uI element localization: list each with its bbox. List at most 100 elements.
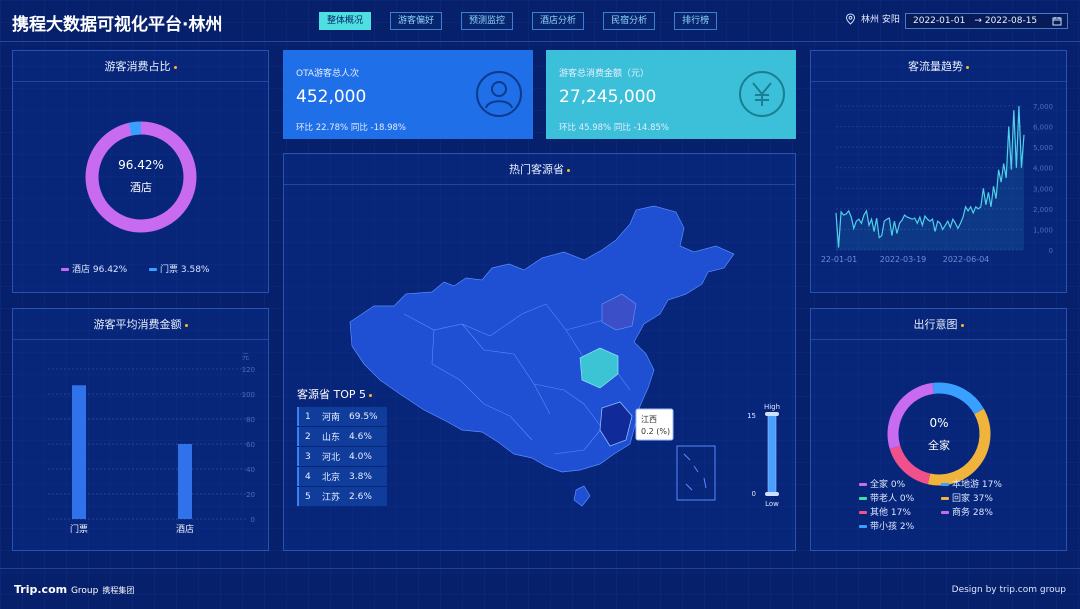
app-title: 携程大数据可视化平台·林州 bbox=[12, 15, 223, 35]
location-pin-icon bbox=[845, 12, 856, 25]
donut-slice-其他 bbox=[889, 445, 931, 485]
legend-intent-elderly: 带老人 0% bbox=[859, 491, 914, 504]
list-item: 4 北京 3.8% bbox=[297, 467, 387, 486]
tab-forecast[interactable]: 预测监控 bbox=[461, 12, 514, 30]
date-arrow: → bbox=[974, 16, 982, 26]
tooltip-name: 江西 bbox=[641, 415, 657, 424]
scale-handle-top[interactable] bbox=[765, 412, 779, 416]
donut-center-value: 0% bbox=[929, 416, 948, 430]
tab-homestay[interactable]: 民宿分析 bbox=[603, 12, 656, 30]
y-tick-label: 2,000 bbox=[1033, 206, 1053, 214]
consumption-donut: 96.42% 酒店 bbox=[85, 121, 197, 233]
donut-slice-ticket bbox=[128, 121, 142, 136]
scale-bar[interactable] bbox=[767, 412, 777, 496]
yen-icon bbox=[739, 71, 785, 117]
date-range-picker[interactable]: 2022-01-01 → 2022-08-15 bbox=[905, 13, 1068, 29]
y-tick-label: 100 bbox=[242, 391, 255, 399]
scale-high-label: High bbox=[764, 403, 780, 411]
y-tick-label: 0 bbox=[1049, 247, 1053, 255]
list-item: 2 山东 4.6% bbox=[297, 427, 387, 446]
tab-ranking[interactable]: 排行榜 bbox=[674, 12, 718, 30]
y-tick-label: 60 bbox=[246, 441, 255, 449]
scale-min-label: 0 bbox=[752, 490, 756, 498]
avg-spend-chart: 120 100 80 60 40 20 0 元门票 酒店 bbox=[48, 353, 255, 535]
design-credit: Design by trip.com group bbox=[951, 585, 1066, 595]
top5-title: 客源省 TOP 5 bbox=[297, 386, 373, 402]
ota-visitors-label: OTA游客总人次 bbox=[296, 69, 360, 79]
traffic-trend-panel: 客流量趋势 7,000 6,000 5,000 4,000 3,000 2,000 1,00… bbox=[810, 50, 1067, 293]
x-tick-label: 酒店 bbox=[176, 523, 194, 535]
legend-intent-business: 商务 28% bbox=[941, 505, 993, 518]
user-icon bbox=[476, 71, 522, 117]
y-tick-label: 4,000 bbox=[1033, 165, 1053, 173]
legend-hotel: 酒店 96.42% bbox=[61, 262, 127, 275]
legend-intent-other: 其他 17% bbox=[859, 505, 911, 518]
y-tick-label: 0 bbox=[251, 516, 255, 524]
date-end: 2022-08-15 bbox=[984, 16, 1038, 26]
ota-visitors-value: 452,000 bbox=[296, 87, 367, 107]
legend-ticket: 门票 3.58% bbox=[149, 262, 209, 275]
scale-max-label: 15 bbox=[747, 412, 756, 420]
y-tick-label: 3,000 bbox=[1033, 185, 1053, 193]
tooltip-value: 0.2 (%) bbox=[641, 427, 670, 436]
y-tick-label: 6,000 bbox=[1033, 124, 1053, 132]
ota-visitors-card: OTA游客总人次 452,000 环比 22.78% 同比 -18.98% bbox=[283, 50, 533, 139]
total-spend-card: 游客总消费金额（元） 27,245,000 环比 45.98% 同比 -14.8… bbox=[546, 50, 796, 139]
footer: Trip.com Group 携程集团 Design by trip.com gr… bbox=[0, 568, 1080, 609]
list-item: 1 河南 69.5% bbox=[297, 407, 387, 426]
tab-preference[interactable]: 游客偏好 bbox=[390, 12, 443, 30]
y-tick-label: 80 bbox=[246, 416, 255, 424]
list-item: 5 江苏 2.6% bbox=[297, 487, 387, 506]
travel-intent-panel: 出行意图 0% 全家 全家 0% 本地游 17% 带老人 0% 回家 37% 其… bbox=[810, 308, 1067, 551]
scale-handle-bottom[interactable] bbox=[765, 492, 779, 496]
donut-center-label: 全家 bbox=[928, 438, 950, 452]
location-label: 林州 安阳 bbox=[861, 15, 900, 25]
total-spend-value: 27,245,000 bbox=[559, 87, 657, 107]
x-tick-label: 2022-03-19 bbox=[880, 255, 927, 264]
y-tick-label: 120 bbox=[242, 366, 255, 374]
top5-list: 1 河南 69.5% 2 山东 4.6% 3 河北 4.0% 4 北京 3.8% 5 江苏 2.6% bbox=[297, 407, 387, 507]
location-selector[interactable]: 林州 安阳 bbox=[845, 12, 900, 25]
total-spend-label: 游客总消费金额（元） bbox=[559, 69, 650, 79]
avg-spend-panel: 游客平均消费金额 120 100 80 60 40 20 0 元门票 酒店 bbox=[12, 308, 269, 551]
consumption-share-panel: 游客消费占比 96.42% 酒店 酒店 96.42% 门票 3.58% bbox=[12, 50, 269, 293]
south-sea-inset bbox=[676, 445, 716, 501]
y-tick-label: 40 bbox=[246, 466, 255, 474]
x-tick-label: 门票 bbox=[70, 523, 88, 535]
date-start: 2022-01-01 bbox=[913, 16, 966, 26]
scale-low-label: Low bbox=[765, 500, 779, 508]
map-island bbox=[573, 485, 591, 507]
panel-title: 出行意图 bbox=[811, 309, 1066, 340]
x-tick-label: 22-01-01 bbox=[821, 255, 857, 264]
calendar-icon[interactable] bbox=[1052, 16, 1062, 26]
ota-visitors-change: 环比 22.78% 同比 -18.98% bbox=[296, 123, 406, 133]
trend-area bbox=[836, 106, 1024, 250]
bar-hotel bbox=[178, 444, 192, 519]
legend-intent-local: 本地游 17% bbox=[941, 477, 1002, 490]
x-tick-label: 2022-06-04 bbox=[943, 255, 990, 264]
legend-intent-family: 全家 0% bbox=[859, 477, 905, 490]
donut-center-label: 酒店 bbox=[130, 180, 152, 194]
total-spend-change: 环比 45.98% 同比 -14.85% bbox=[559, 123, 669, 133]
donut-center-value: 96.42% bbox=[118, 158, 164, 172]
y-tick-label: 20 bbox=[246, 491, 255, 499]
legend-intent-kids: 带小孩 2% bbox=[859, 519, 914, 532]
south-sea-islands bbox=[683, 453, 707, 491]
y-tick-label: 7,000 bbox=[1033, 103, 1053, 111]
trip-logo: Trip.com Group 携程集团 bbox=[14, 583, 135, 596]
bar-ticket bbox=[72, 385, 86, 519]
y-tick-label: 5,000 bbox=[1033, 144, 1053, 152]
list-item: 3 河北 4.0% bbox=[297, 447, 387, 466]
traffic-line-chart: 7,000 6,000 5,000 4,000 3,000 2,000 1,000 0 22-0… bbox=[821, 103, 1053, 264]
map-mainland bbox=[349, 205, 735, 473]
header: 携程大数据可视化平台·林州 整体概况 游客偏好 预测监控 酒店分析 民宿分析 排… bbox=[0, 0, 1080, 42]
travel-intent-donut: 0% 全家 bbox=[887, 382, 991, 486]
tab-overview[interactable]: 整体概况 bbox=[319, 12, 372, 30]
nav-tabs: 整体概况 游客偏好 预测监控 酒店分析 民宿分析 排行榜 bbox=[319, 12, 736, 30]
y-axis-unit: 元 bbox=[242, 353, 249, 361]
legend-intent-home: 回家 37% bbox=[941, 491, 993, 504]
map-tooltip: 江西 0.2 (%) bbox=[635, 408, 674, 441]
donut-slice-本地游 bbox=[938, 382, 984, 415]
tab-hotel[interactable]: 酒店分析 bbox=[532, 12, 585, 30]
y-tick-label: 1,000 bbox=[1033, 226, 1053, 234]
